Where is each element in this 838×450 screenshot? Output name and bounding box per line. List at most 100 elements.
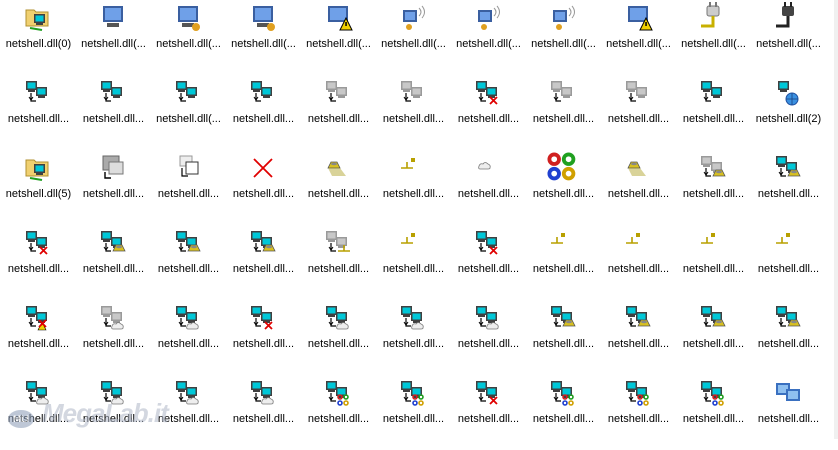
network-cmd-icon (547, 377, 579, 409)
icon-item[interactable]: netshell.dll(... (601, 0, 676, 75)
icon-label: netshell.dll... (682, 263, 745, 275)
icon-label: netshell.dll... (457, 113, 520, 125)
plug-light-icon (697, 2, 729, 34)
network-cloud-gray-icon (97, 302, 129, 334)
icon-item[interactable]: netshell.dll... (751, 300, 826, 375)
icon-item[interactable]: netshell.dll... (751, 225, 826, 300)
icon-label: netshell.dll... (457, 263, 520, 275)
icon-label: netshell.dll... (607, 338, 670, 350)
icon-item[interactable]: netshell.dll... (601, 225, 676, 300)
icon-item[interactable]: netshell.dll(... (526, 0, 601, 75)
network-warning-error-icon (22, 302, 54, 334)
icon-item[interactable]: netshell.dll... (1, 75, 76, 150)
icon-item[interactable]: netshell.dll(... (226, 0, 301, 75)
network-tee-icon (397, 152, 429, 184)
icon-item[interactable]: netshell.dll(... (451, 0, 526, 75)
icon-item[interactable]: netshell.dll... (76, 300, 151, 375)
icon-label: netshell.dll... (157, 188, 220, 200)
icon-item[interactable]: netshell.dll... (76, 75, 151, 150)
icon-item[interactable]: netshell.dll... (226, 150, 301, 225)
cmd-symbol-icon (547, 152, 579, 184)
icon-item[interactable]: netshell.dll(... (751, 0, 826, 75)
icon-item[interactable]: netshell.dll... (301, 225, 376, 300)
network-tee-icon (697, 227, 729, 259)
icon-item[interactable]: netshell.dll... (676, 150, 751, 225)
icon-item[interactable]: netshell.dll... (601, 300, 676, 375)
icon-item[interactable]: netshell.dll(5) (1, 150, 76, 225)
network-modem-icon (772, 302, 804, 334)
icon-item[interactable]: netshell.dll... (1, 300, 76, 375)
icon-label: netshell.dll... (307, 338, 370, 350)
icon-item[interactable]: netshell.dll... (676, 300, 751, 375)
icon-item[interactable]: netshell.dll(... (76, 0, 151, 75)
watermark-badge: MLI (8, 410, 34, 428)
icon-label: netshell.dll... (757, 188, 820, 200)
icon-label: netshell.dll... (682, 188, 745, 200)
icon-item[interactable]: netshell.dll... (526, 300, 601, 375)
icon-item[interactable]: netshell.dll... (526, 225, 601, 300)
icon-item[interactable]: netshell.dll(... (676, 0, 751, 75)
icon-item[interactable]: netshell.dll... (226, 225, 301, 300)
icon-label: netshell.dll... (82, 113, 145, 125)
network-connection-icon (97, 77, 129, 109)
icon-item[interactable]: netshell.dll(0) (1, 0, 76, 75)
icon-grid: netshell.dll(0) netshell.dll(... netshell.… (0, 0, 838, 439)
icon-item[interactable]: netshell.dll... (451, 75, 526, 150)
icon-label: netshell.dll... (157, 263, 220, 275)
network-tee-icon (622, 227, 654, 259)
icon-item[interactable]: netshell.dll... (601, 75, 676, 150)
icon-item[interactable]: netshell.dll... (526, 150, 601, 225)
icon-label: netshell.dll... (7, 263, 70, 275)
icon-item[interactable]: netshell.dll(... (151, 75, 226, 150)
icon-item[interactable]: netshell.dll... (301, 300, 376, 375)
vertical-scrollbar[interactable] (834, 0, 838, 439)
icon-item[interactable]: netshell.dll... (451, 225, 526, 300)
computer-wireless-icon (472, 2, 504, 34)
icon-item[interactable]: netshell.dll... (151, 225, 226, 300)
icon-item[interactable]: netshell.dll... (676, 75, 751, 150)
icon-item[interactable]: netshell.dll... (76, 150, 151, 225)
icon-label: netshell.dll... (232, 263, 295, 275)
icon-item[interactable]: netshell.dll(... (376, 0, 451, 75)
network-cloud-icon (322, 302, 354, 334)
icon-item[interactable]: netshell.dll... (226, 300, 301, 375)
icon-item[interactable]: netshell.dll... (1, 225, 76, 300)
network-connection-icon (172, 77, 204, 109)
network-connection-icon (247, 77, 279, 109)
folder-network-icon (22, 152, 54, 184)
icon-item[interactable]: netshell.dll... (526, 75, 601, 150)
icon-item[interactable]: netshell.dll(... (301, 0, 376, 75)
icon-item[interactable]: netshell.dll... (301, 150, 376, 225)
icon-label: netshell.dll... (232, 113, 295, 125)
icon-label: netshell.dll... (382, 188, 445, 200)
icon-label: netshell.dll... (757, 263, 820, 275)
icon-item[interactable]: netshell.dll... (601, 150, 676, 225)
icon-item[interactable]: netshell.dll... (226, 75, 301, 150)
network-modem-icon (97, 227, 129, 259)
icon-item[interactable]: netshell.dll... (151, 150, 226, 225)
icon-item[interactable]: netshell.dll... (376, 150, 451, 225)
computer-user-icon (247, 2, 279, 34)
icon-item[interactable]: netshell.dll... (301, 75, 376, 150)
icon-label: netshell.dll... (682, 338, 745, 350)
icon-item[interactable]: netshell.dll(2) (751, 75, 826, 150)
icon-item[interactable]: netshell.dll... (451, 300, 526, 375)
network-connection-gray-icon (547, 77, 579, 109)
icon-item[interactable]: netshell.dll... (676, 225, 751, 300)
icon-item[interactable]: netshell.dll... (376, 300, 451, 375)
icon-item[interactable]: netshell.dll... (751, 150, 826, 225)
network-tee-icon (772, 227, 804, 259)
computer-wireless-icon (547, 2, 579, 34)
network-cloud-icon (397, 302, 429, 334)
icon-item[interactable]: netshell.dll... (376, 225, 451, 300)
icon-item[interactable]: netshell.dll... (76, 225, 151, 300)
icon-item[interactable]: netshell.dll... (376, 75, 451, 150)
icon-label: netshell.dll(2) (755, 113, 822, 125)
icon-item[interactable]: netshell.dll(... (151, 0, 226, 75)
icon-label: netshell.dll... (307, 263, 370, 275)
watermark-text: MegaLab.it (42, 398, 169, 428)
icon-item[interactable]: netshell.dll... (151, 300, 226, 375)
icon-item[interactable]: netshell.dll... (451, 150, 526, 225)
icon-label: netshell.dll(... (606, 38, 671, 50)
icon-label: netshell.dll... (682, 113, 745, 125)
